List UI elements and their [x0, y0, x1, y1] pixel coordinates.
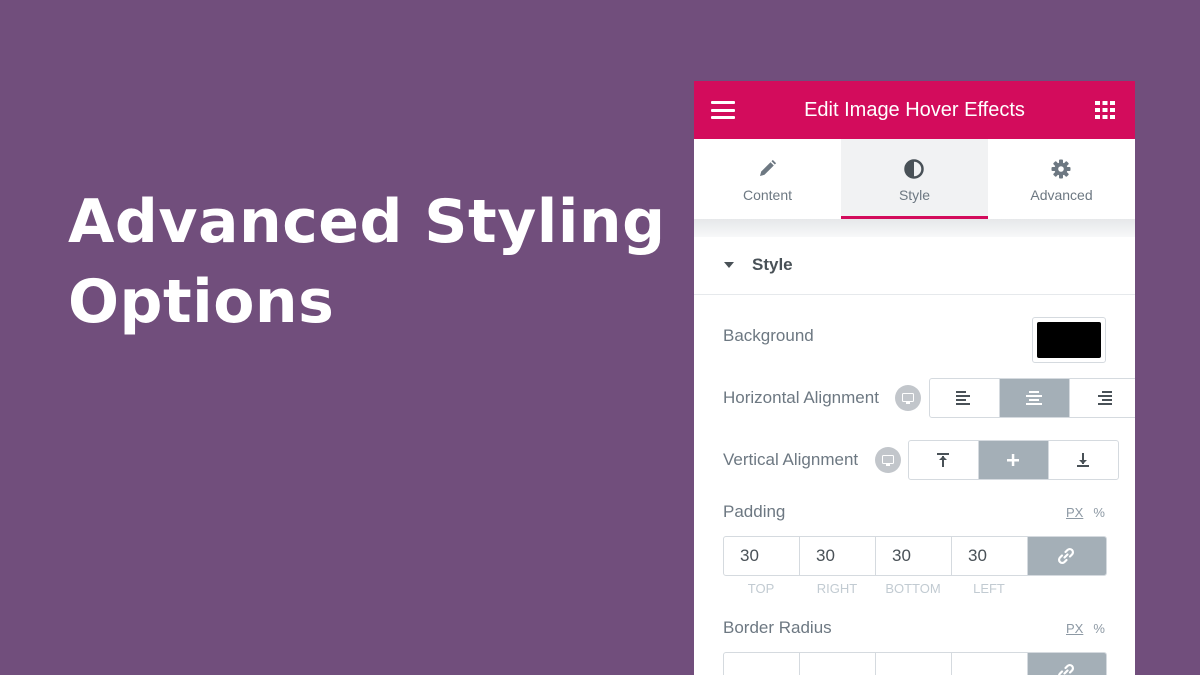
caret-down-icon	[724, 262, 734, 268]
align-bottom-icon	[1077, 453, 1089, 467]
tab-style-label: Style	[898, 187, 931, 203]
border-radius-units: PX%	[1066, 621, 1105, 636]
radius-top-input[interactable]	[724, 653, 800, 675]
align-top-icon	[937, 453, 949, 467]
headline-line-1: Advanced Styling	[68, 187, 666, 257]
pencil-icon	[760, 159, 777, 176]
padding-label: Padding	[723, 502, 786, 521]
border-radius-label: Border Radius	[723, 618, 832, 637]
align-right-icon	[1098, 391, 1112, 405]
responsive-device-icon[interactable]	[875, 447, 901, 473]
panel-tabs: Content Style Advanced	[694, 139, 1135, 221]
align-middle-button[interactable]	[979, 441, 1049, 479]
color-swatch	[1037, 322, 1101, 358]
link-values-button[interactable]	[1028, 537, 1106, 575]
padding-dimensions: 30 30 30 30	[723, 536, 1107, 576]
headline-line-2: Options	[68, 267, 335, 337]
radius-right-input[interactable]	[800, 653, 876, 675]
apps-grid-icon[interactable]	[1095, 101, 1115, 119]
horizontal-alignment-label: Horizontal Alignment	[723, 388, 879, 407]
unit-percent[interactable]: %	[1093, 505, 1105, 520]
tab-content-label: Content	[742, 187, 793, 203]
link-icon	[1058, 663, 1075, 675]
padding-top-input[interactable]: 30	[724, 537, 800, 575]
background-label: Background	[723, 326, 814, 345]
headline: Advanced Styling Options	[68, 182, 666, 342]
responsive-device-icon[interactable]	[895, 385, 921, 411]
align-center-icon	[1026, 391, 1042, 405]
side-label-right: RIGHT	[816, 581, 858, 596]
horizontal-alignment-control	[929, 378, 1135, 418]
style-section-header[interactable]: Style	[694, 237, 1135, 295]
align-center-button[interactable]	[1000, 379, 1070, 417]
background-color-picker[interactable]	[1032, 317, 1106, 363]
panel-header: Edit Image Hover Effects	[694, 81, 1135, 139]
border-radius-dimensions	[723, 652, 1107, 675]
padding-left-input[interactable]: 30	[952, 537, 1028, 575]
unit-px[interactable]: PX	[1066, 505, 1083, 520]
tab-style[interactable]: Style	[841, 139, 988, 219]
align-left-icon	[956, 391, 970, 405]
side-label-top: TOP	[747, 581, 775, 596]
align-top-button[interactable]	[909, 441, 979, 479]
align-middle-icon	[1007, 454, 1019, 466]
link-icon	[1057, 547, 1075, 565]
side-label-left: LEFT	[973, 581, 1005, 596]
tab-content[interactable]: Content	[694, 139, 841, 219]
gear-icon	[1051, 159, 1071, 179]
align-bottom-button[interactable]	[1049, 441, 1118, 479]
edit-panel: Edit Image Hover Effects Content Style A…	[694, 81, 1135, 675]
unit-px[interactable]: PX	[1066, 621, 1083, 636]
radius-left-input[interactable]	[952, 653, 1028, 675]
padding-bottom-input[interactable]: 30	[876, 537, 952, 575]
radius-bottom-input[interactable]	[876, 653, 952, 675]
padding-right-input[interactable]: 30	[800, 537, 876, 575]
tab-advanced-label: Advanced	[1030, 187, 1093, 203]
tab-advanced[interactable]: Advanced	[988, 139, 1135, 219]
unit-percent[interactable]: %	[1093, 621, 1105, 636]
section-title: Style	[752, 255, 793, 274]
link-values-button[interactable]	[1028, 653, 1106, 675]
align-left-button[interactable]	[930, 379, 1000, 417]
panel-title: Edit Image Hover Effects	[804, 99, 1025, 121]
half-circle-icon	[904, 159, 924, 179]
vertical-alignment-label: Vertical Alignment	[723, 450, 859, 469]
padding-units: PX%	[1066, 505, 1105, 520]
align-right-button[interactable]	[1070, 379, 1135, 417]
side-label-bottom: BOTTOM	[885, 581, 941, 596]
vertical-alignment-control	[908, 440, 1119, 480]
tabs-divider	[694, 219, 1135, 237]
padding-side-labels: TOP RIGHT BOTTOM LEFT	[723, 581, 1028, 596]
